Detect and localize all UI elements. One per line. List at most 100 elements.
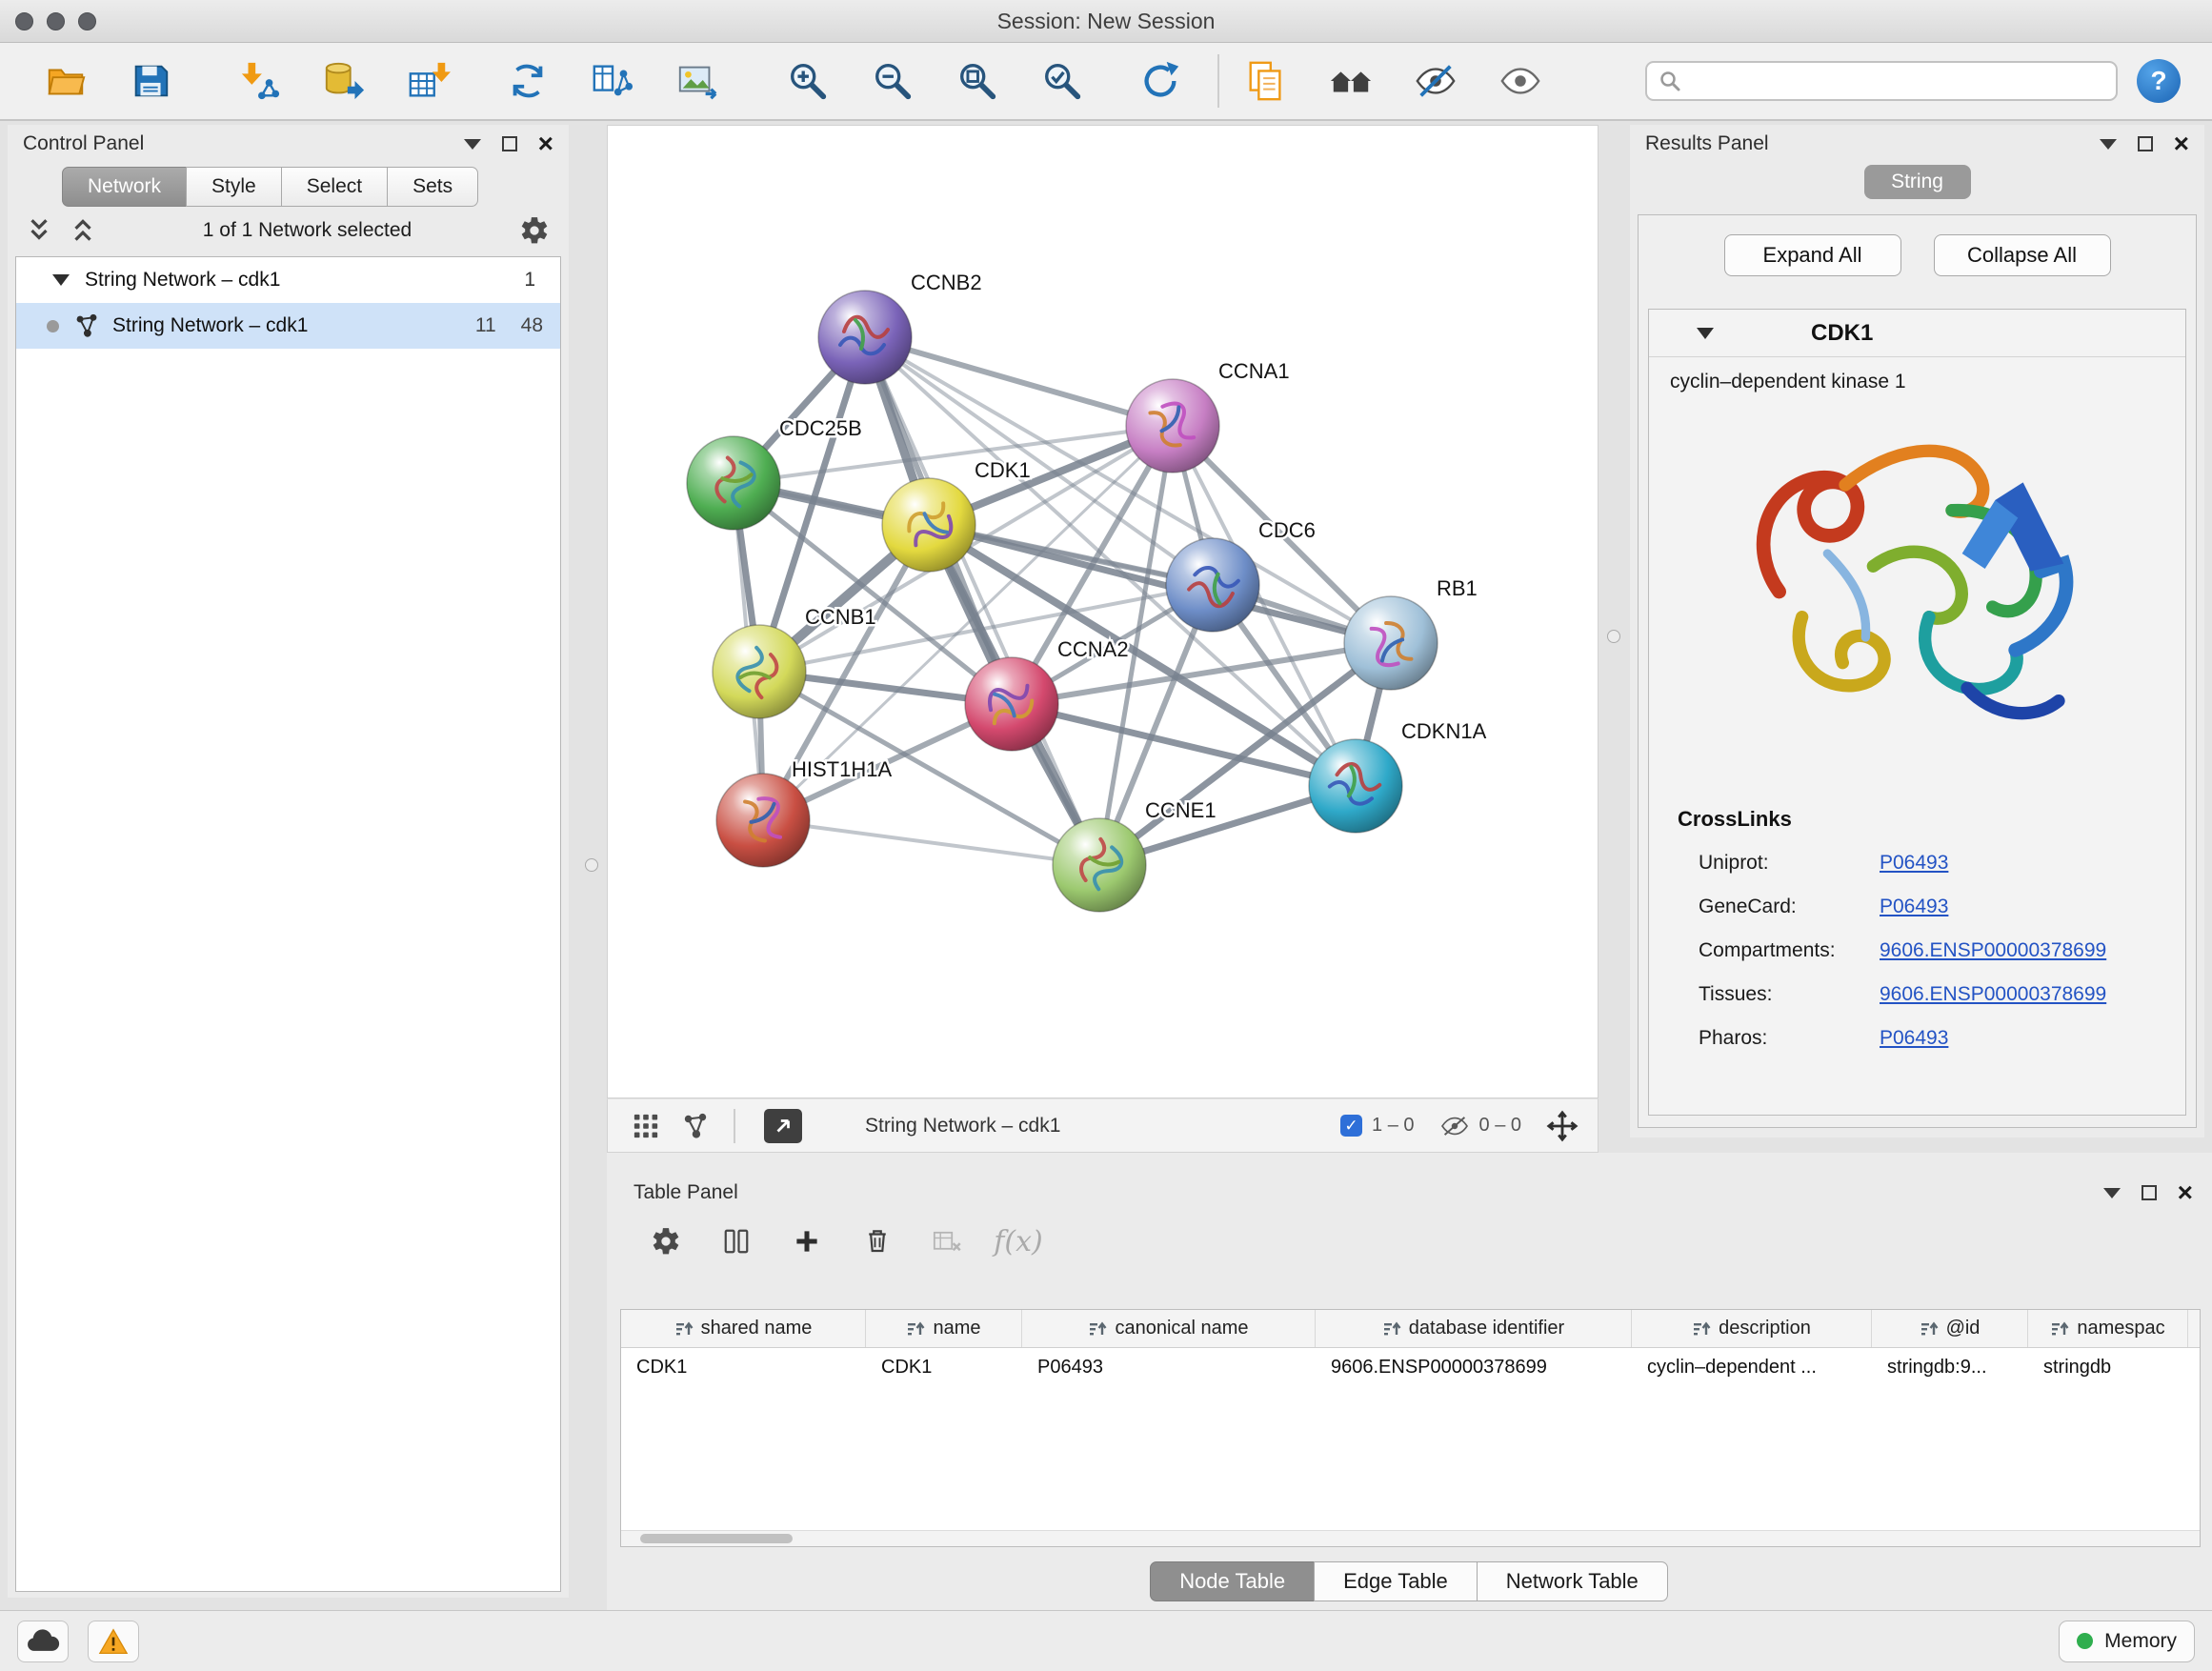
sort-icon	[674, 1319, 694, 1339]
show-columns-button[interactable]	[717, 1222, 755, 1260]
crosslink-value-link[interactable]: P06493	[1880, 896, 1948, 918]
expand-all-button[interactable]: Expand All	[1724, 234, 1901, 276]
column-header-database-identifier[interactable]: database identifier	[1316, 1310, 1632, 1347]
zoom-window-button[interactable]	[78, 12, 96, 30]
network-tree: String Network – cdk1 1 String Network –…	[15, 256, 561, 1592]
column-header-name[interactable]: name	[866, 1310, 1022, 1347]
collapse-all-button[interactable]: Collapse All	[1934, 234, 2111, 276]
hide-selected-button[interactable]	[1408, 53, 1463, 109]
column-header-namespac[interactable]: namespac	[2028, 1310, 2188, 1347]
network-edge-CCNB2-CCNE1[interactable]	[865, 337, 1099, 865]
import-table-button[interactable]	[401, 53, 456, 109]
network-collection-row[interactable]: String Network – cdk1 1	[16, 257, 560, 303]
function-builder-button[interactable]: f(x)	[999, 1222, 1037, 1260]
crosslink-value-link[interactable]: 9606.ENSP00000378699	[1880, 983, 2106, 1006]
status-bar: Memory	[0, 1610, 2212, 1671]
table-cell[interactable]: stringdb	[2028, 1348, 2188, 1386]
panel-float-icon[interactable]	[502, 136, 517, 151]
protein-section-header[interactable]: CDK1	[1649, 310, 2185, 357]
tab-style[interactable]: Style	[186, 167, 282, 207]
clear-table-button[interactable]	[929, 1222, 967, 1260]
table-settings-button[interactable]	[647, 1222, 685, 1260]
zoom-fit-button[interactable]	[950, 53, 1005, 109]
table-cell[interactable]: cyclin–dependent ...	[1632, 1348, 1872, 1386]
tab-node-table[interactable]: Node Table	[1150, 1561, 1315, 1601]
table-row[interactable]: CDK1CDK1P064939606.ENSP00000378699cyclin…	[621, 1348, 2200, 1386]
warnings-button[interactable]	[88, 1621, 139, 1662]
table-cell[interactable]: P06493	[1022, 1348, 1316, 1386]
open-session-button[interactable]	[38, 53, 93, 109]
close-window-button[interactable]	[15, 12, 33, 30]
table-cell[interactable]: CDK1	[621, 1348, 866, 1386]
results-float-icon[interactable]	[2138, 136, 2153, 151]
right-splitter-handle[interactable]	[1607, 630, 1620, 643]
column-header--id[interactable]: @id	[1872, 1310, 2028, 1347]
cloud-status-button[interactable]	[17, 1621, 69, 1662]
open-in-new-window-button[interactable]	[764, 1109, 802, 1143]
copy-document-button[interactable]	[1238, 53, 1294, 109]
warning-icon	[98, 1627, 129, 1656]
panel-collapse-icon[interactable]	[464, 139, 481, 150]
search-box[interactable]	[1645, 61, 2118, 101]
network-canvas[interactable]: CCNB2CCNA1CDC25BCDK1CDC6RB1CCNB1CCNA2CDK…	[607, 125, 1599, 1098]
tab-select[interactable]: Select	[281, 167, 388, 207]
minimize-window-button[interactable]	[47, 12, 65, 30]
table-horizontal-scrollbar[interactable]	[621, 1530, 2200, 1546]
selected-nodes-count: 1 – 0	[1372, 1115, 1414, 1137]
table-cell[interactable]: stringdb:9...	[1872, 1348, 2028, 1386]
crosslink-value-link[interactable]: P06493	[1880, 852, 1948, 875]
results-close-icon[interactable]: ×	[2174, 134, 2189, 153]
control-panel-header: Control Panel ×	[8, 125, 569, 163]
table-float-icon[interactable]	[2142, 1185, 2157, 1200]
tab-network-table[interactable]: Network Table	[1477, 1561, 1668, 1601]
network-graph[interactable]: CCNB2CCNA1CDC25BCDK1CDC6RB1CCNB1CCNA2CDK…	[608, 126, 1599, 1099]
import-network-database-button[interactable]	[316, 53, 372, 109]
home-button[interactable]	[1323, 53, 1378, 109]
left-splitter-handle[interactable]	[585, 858, 598, 872]
results-collapse-icon[interactable]	[2100, 139, 2117, 150]
help-button[interactable]: ?	[2137, 59, 2181, 103]
table-cell[interactable]: 9606.ENSP00000378699	[1316, 1348, 1632, 1386]
new-network-button[interactable]	[500, 53, 555, 109]
zoom-out-button[interactable]	[865, 53, 920, 109]
delete-column-button[interactable]	[858, 1222, 896, 1260]
network-from-table-button[interactable]	[585, 53, 640, 109]
share-network-icon[interactable]	[682, 1113, 709, 1139]
grid-view-icon[interactable]	[633, 1113, 659, 1139]
string-tab[interactable]: String	[1864, 165, 1971, 199]
crosslink-value-link[interactable]: 9606.ENSP00000378699	[1880, 939, 2106, 962]
table-close-icon[interactable]: ×	[2178, 1183, 2193, 1202]
column-header-shared-name[interactable]: shared name	[621, 1310, 866, 1347]
column-header-description[interactable]: description	[1632, 1310, 1872, 1347]
tab-sets[interactable]: Sets	[387, 167, 478, 207]
expand-all-icon[interactable]	[70, 216, 95, 245]
gear-icon[interactable]	[519, 215, 550, 246]
save-session-button[interactable]	[123, 53, 178, 109]
network-row-selected[interactable]: String Network – cdk1 11 48	[16, 303, 560, 349]
memory-button[interactable]: Memory	[2059, 1621, 2195, 1662]
zoom-in-button[interactable]	[780, 53, 835, 109]
tab-network[interactable]: Network	[62, 167, 187, 207]
zoom-selected-button[interactable]	[1035, 53, 1090, 109]
panel-close-icon[interactable]: ×	[538, 134, 553, 153]
refresh-layout-button[interactable]	[1133, 53, 1188, 109]
crosslink-value-link[interactable]: P06493	[1880, 1027, 1948, 1050]
table-collapse-icon[interactable]	[2103, 1188, 2121, 1198]
search-input[interactable]	[1691, 70, 2104, 92]
selected-checkbox[interactable]: ✓	[1340, 1115, 1362, 1137]
collapse-all-icon[interactable]	[27, 216, 51, 245]
column-header-canonical-name[interactable]: canonical name	[1022, 1310, 1316, 1347]
network-edge-HIST1H1A-CCNE1[interactable]	[763, 820, 1099, 865]
tree-expand-icon[interactable]	[52, 274, 70, 286]
crosslink-label: Compartments:	[1699, 939, 1880, 962]
table-cell[interactable]: CDK1	[866, 1348, 1022, 1386]
section-collapse-icon[interactable]	[1697, 328, 1714, 339]
pan-crosshair-icon[interactable]	[1546, 1110, 1579, 1142]
tab-edge-table[interactable]: Edge Table	[1314, 1561, 1478, 1601]
import-network-file-button[interactable]	[231, 53, 287, 109]
node-table: shared namenamecanonical namedatabase id…	[620, 1309, 2201, 1547]
show-all-button[interactable]	[1493, 53, 1548, 109]
add-column-button[interactable]	[788, 1222, 826, 1260]
export-image-button[interactable]	[670, 53, 725, 109]
scrollbar-thumb[interactable]	[640, 1534, 793, 1543]
